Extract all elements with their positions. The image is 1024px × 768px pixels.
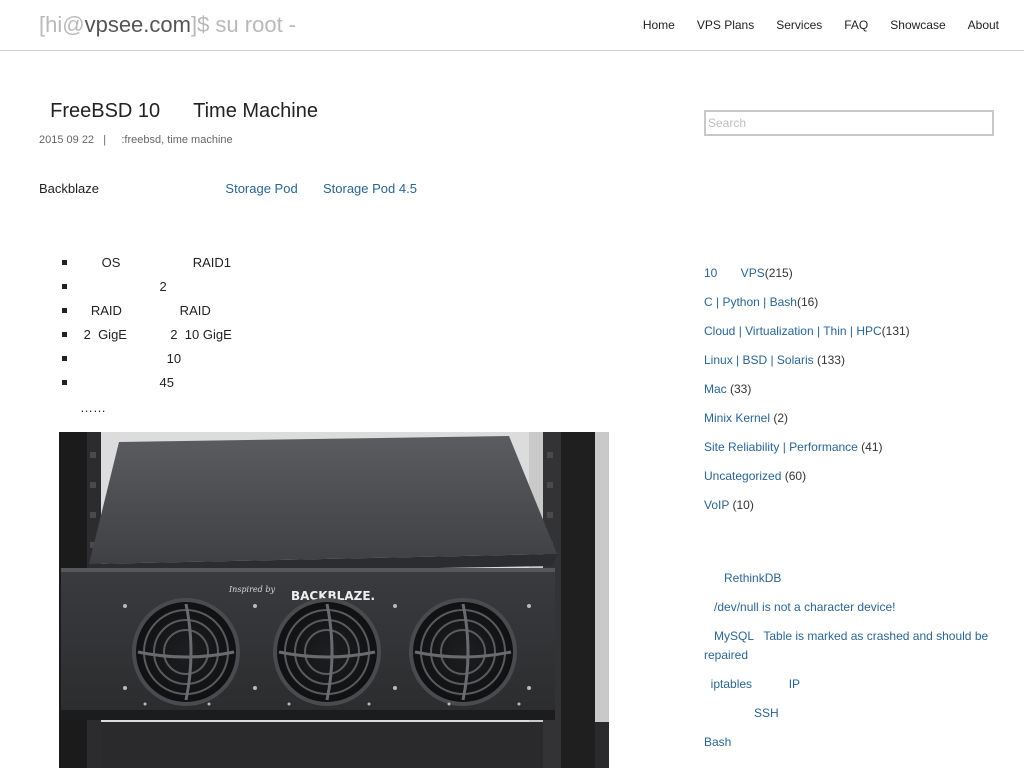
category-list: 10 VPS(215) C | Python | Bash(16) Cloud … — [704, 265, 910, 526]
category-link[interactable]: Uncategorized — [704, 469, 781, 483]
feature-item: 2 — [62, 278, 232, 302]
category-link[interactable]: Minix Kernel — [704, 411, 770, 425]
brand-inspired-text: Inspired by — [228, 585, 275, 594]
recent-post-item: iptables IP — [704, 675, 994, 694]
category-item: Site Reliability | Performance (41) — [704, 439, 910, 468]
category-link[interactable]: VoIP — [704, 498, 729, 512]
category-count: (60) — [781, 469, 807, 483]
post-intro: Backblaze Storage Pod Storage Pod 4.5 — [39, 180, 417, 197]
recent-posts-list: RethinkDB /dev/null is not a character d… — [704, 569, 994, 762]
post-title-link[interactable]: FreeBSD 10 Time Machine — [39, 97, 318, 125]
recent-post-item: MySQL Table is marked as crashed and sho… — [704, 627, 994, 665]
category-count: (10) — [729, 498, 754, 512]
post-meta: 2015 09 22 | :freebsd, time machine — [39, 134, 233, 146]
recent-post-item: RethinkDB — [704, 569, 994, 588]
nav-vps-plans[interactable]: VPS Plans — [697, 17, 754, 33]
recent-post-link[interactable]: iptables IP — [704, 677, 800, 691]
intro-gap — [298, 181, 323, 196]
fan-center — [273, 598, 381, 706]
category-count: (33) — [726, 382, 752, 396]
category-item: Uncategorized (60) — [704, 468, 910, 497]
nav-about[interactable]: About — [968, 17, 999, 33]
site-title-host: vpsee.com — [84, 12, 191, 37]
nav-home[interactable]: Home — [643, 17, 675, 33]
feature-item: 45 — [62, 374, 232, 398]
category-link[interactable]: Mac — [704, 382, 727, 396]
category-item: Cloud | Virtualization | Thin | HPC(131) — [704, 323, 910, 352]
recent-post-item: SSH — [704, 704, 994, 723]
category-link[interactable]: C | Python | Bash — [704, 295, 797, 309]
recent-post-link[interactable]: MySQL Table is marked as crashed and sho… — [704, 629, 992, 662]
recent-post-item: Bash — [704, 733, 994, 752]
category-link[interactable]: Cloud | Virtualization | Thin | HPC — [704, 324, 882, 338]
category-link[interactable]: Linux | BSD | Solaris — [704, 353, 814, 367]
page: [hi@vpsee.com]$ su root - Home VPS Plans… — [0, 0, 1024, 768]
search-input[interactable] — [704, 110, 994, 136]
recent-post-link[interactable]: SSH — [704, 706, 779, 720]
recent-post-link[interactable]: /dev/null is not a character device! — [704, 600, 895, 614]
fan-right — [409, 598, 517, 706]
nav-faq[interactable]: FAQ — [844, 17, 868, 33]
category-item: C | Python | Bash(16) — [704, 294, 910, 323]
site-title-prefix: [hi@ — [39, 12, 85, 37]
storage-pod-photo: Inspired by BACKBLAZE. — [59, 432, 609, 768]
category-count: (16) — [796, 295, 819, 309]
recent-post-link[interactable]: Bash — [704, 735, 731, 749]
feature-item: OS RAID1 — [62, 254, 232, 278]
category-item: Mac (33) — [704, 381, 910, 410]
category-item: 10 VPS(215) — [704, 265, 910, 294]
recent-post-item: /dev/null is not a character device! — [704, 598, 994, 617]
feature-item: RAID RAID — [62, 302, 232, 326]
category-link[interactable]: Site Reliability | Performance — [704, 440, 858, 454]
fan-left — [132, 598, 240, 706]
ellipsis-text: …… — [80, 400, 106, 415]
category-item: Minix Kernel (2) — [704, 410, 910, 439]
feature-item: 2 GigE 2 10 GigE — [62, 326, 232, 350]
nav-showcase[interactable]: Showcase — [890, 17, 945, 33]
intro-text: Backblaze — [39, 181, 226, 196]
category-count: (2) — [770, 411, 789, 425]
storage-pod-illustration: Inspired by BACKBLAZE. — [59, 432, 609, 768]
category-item: VoIP (10) — [704, 497, 910, 526]
main-nav: Home VPS Plans Services FAQ Showcase Abo… — [643, 17, 999, 33]
site-title-link[interactable]: [hi@vpsee.com]$ su root - — [39, 11, 296, 39]
site-title-suffix: ]$ su root - — [190, 12, 297, 37]
category-count: (41) — [857, 440, 883, 454]
category-link[interactable]: 10 VPS — [704, 266, 765, 280]
feature-item: 10 — [62, 350, 232, 374]
storage-pod-45-link[interactable]: Storage Pod 4.5 — [323, 181, 417, 196]
category-item: Linux | BSD | Solaris (133) — [704, 352, 910, 381]
site-header: [hi@vpsee.com]$ su root - Home VPS Plans… — [0, 0, 1024, 51]
category-count: (133) — [813, 353, 845, 367]
recent-post-link[interactable]: RethinkDB — [704, 571, 781, 585]
feature-list: OS RAID1 2 RAID RAID 2 GigE 2 10 GigE 10… — [62, 254, 232, 398]
category-count: (215) — [764, 266, 793, 280]
storage-pod-link[interactable]: Storage Pod — [225, 181, 297, 196]
nav-services[interactable]: Services — [776, 17, 822, 33]
category-count: (131) — [881, 324, 910, 338]
